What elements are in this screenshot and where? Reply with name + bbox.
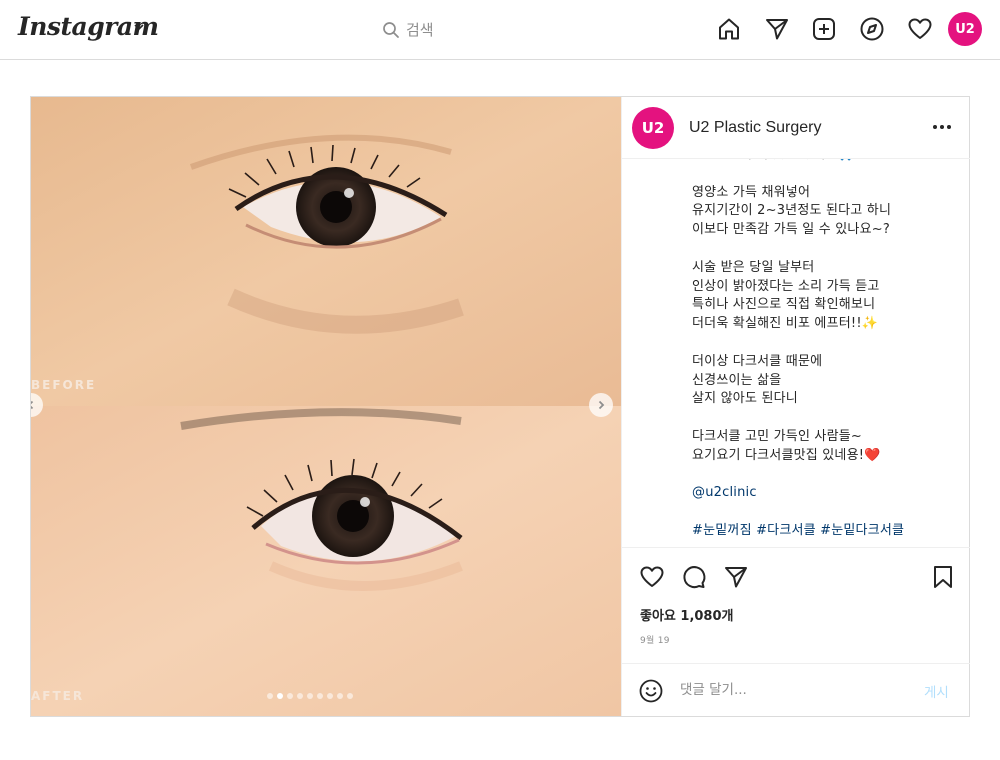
caption-text: #눈밑도 꾸저 봇고 있어요🙏🏼영양소 가득 채워넣어유지기간이 2~3년정도 …	[692, 159, 962, 541]
caption-line[interactable]: #눈밑꺼짐 #다크서클 #눈밑다크서클	[692, 522, 962, 541]
post-media[interactable]: BEFORE AFTER	[31, 97, 621, 716]
carousel-dot	[287, 693, 293, 699]
post-date[interactable]: 9월 19	[640, 633, 670, 646]
save-button[interactable]	[929, 563, 957, 591]
share-button[interactable]	[722, 563, 750, 591]
carousel-dot	[297, 693, 303, 699]
like-count[interactable]: 좋아요 1,080개	[640, 605, 734, 624]
carousel-dot	[327, 693, 333, 699]
carousel-dot	[317, 693, 323, 699]
search-icon	[383, 22, 399, 38]
carousel-dot	[337, 693, 343, 699]
author-avatar[interactable]: U2	[632, 107, 674, 149]
before-label: BEFORE	[31, 378, 97, 392]
post-side-panel: U2 U2 Plastic Surgery #눈밑도 꾸저 봇고 있어요🙏🏼영양…	[621, 97, 970, 716]
comment-button[interactable]	[680, 563, 708, 591]
caption-line: 유지기간이 2~3년정도 된다고 하니	[692, 203, 892, 219]
caption-line[interactable]: @u2clinic	[692, 484, 962, 503]
new-post-icon[interactable]	[809, 14, 839, 44]
caption-scroll-area[interactable]: #눈밑도 꾸저 봇고 있어요🙏🏼영양소 가득 채워넣어유지기간이 2~3년정도 …	[622, 159, 970, 548]
caption-line: 인상이 밝아졌다는 소리 가득 듣고	[692, 278, 880, 294]
home-icon[interactable]	[714, 14, 744, 44]
caption-line: 더이상 다크서클 때문에	[692, 353, 823, 369]
caption-line: 더더욱 확실해진 비포 에프터!!✨	[692, 316, 879, 332]
direct-icon	[725, 567, 747, 588]
post-header: U2 U2 Plastic Surgery	[622, 97, 970, 159]
activity-icon[interactable]	[905, 14, 935, 44]
after-label: AFTER	[31, 689, 85, 703]
caption-line	[692, 240, 962, 259]
caption-line	[692, 466, 962, 485]
caption-line	[692, 165, 962, 184]
caption-line	[692, 409, 962, 428]
more-horizontal-icon	[933, 125, 951, 129]
chevron-down-icon[interactable]	[132, 20, 146, 34]
carousel-dot	[267, 693, 273, 699]
carousel-dot	[307, 693, 313, 699]
caption-line: 다크서클 고민 가득인 사람들~	[692, 428, 863, 444]
carousel-next-button[interactable]	[589, 393, 613, 417]
caption-line: 요기요기 다크서클맛집 있네용!❤️	[692, 447, 881, 463]
comment-input[interactable]	[680, 679, 900, 701]
chevron-left-icon	[31, 400, 34, 410]
search-input[interactable]	[406, 18, 606, 42]
direct-icon[interactable]	[762, 14, 792, 44]
after-photo: AFTER	[31, 406, 621, 716]
post-comment-button[interactable]: 게시	[924, 681, 949, 701]
caption-line: 영양소 가득 채워넣어	[692, 184, 811, 200]
before-photo: BEFORE	[31, 97, 621, 406]
caption-line	[692, 503, 962, 522]
chevron-right-icon	[598, 400, 605, 410]
profile-avatar[interactable]: U2	[948, 12, 982, 46]
emoji-icon	[639, 679, 663, 703]
bookmark-icon	[934, 566, 952, 588]
caption-line	[692, 334, 962, 353]
post-card: BEFORE AFTER U2 U2 Plastic Surgery 영양소 가…	[30, 96, 970, 717]
heart-icon	[640, 566, 664, 587]
author-username[interactable]: U2 Plastic Surgery	[689, 119, 822, 137]
carousel-dot	[277, 693, 283, 699]
caption-line: 이보다 만족감 가득 일 수 있나요~?	[692, 222, 890, 238]
emoji-button[interactable]	[638, 678, 664, 704]
caption-line: 신경쓰이는 삶을	[692, 372, 782, 388]
carousel-indicator	[267, 693, 353, 701]
carousel-dot	[347, 693, 353, 699]
caption-line: 특히나 사진으로 직접 확인해보니	[692, 297, 876, 313]
like-button[interactable]	[638, 563, 666, 591]
explore-icon[interactable]	[857, 14, 887, 44]
caption-line: 시술 받은 당일 날부터	[692, 259, 815, 275]
more-options-button[interactable]	[928, 116, 956, 138]
comment-icon	[683, 566, 706, 589]
top-navigation: Instagram 검색 U2	[0, 0, 1000, 60]
action-bar	[622, 549, 970, 599]
search-box[interactable]	[370, 14, 620, 46]
comment-bar: 게시	[622, 663, 970, 716]
caption-line: 살지 않아도 된다니	[692, 391, 798, 407]
